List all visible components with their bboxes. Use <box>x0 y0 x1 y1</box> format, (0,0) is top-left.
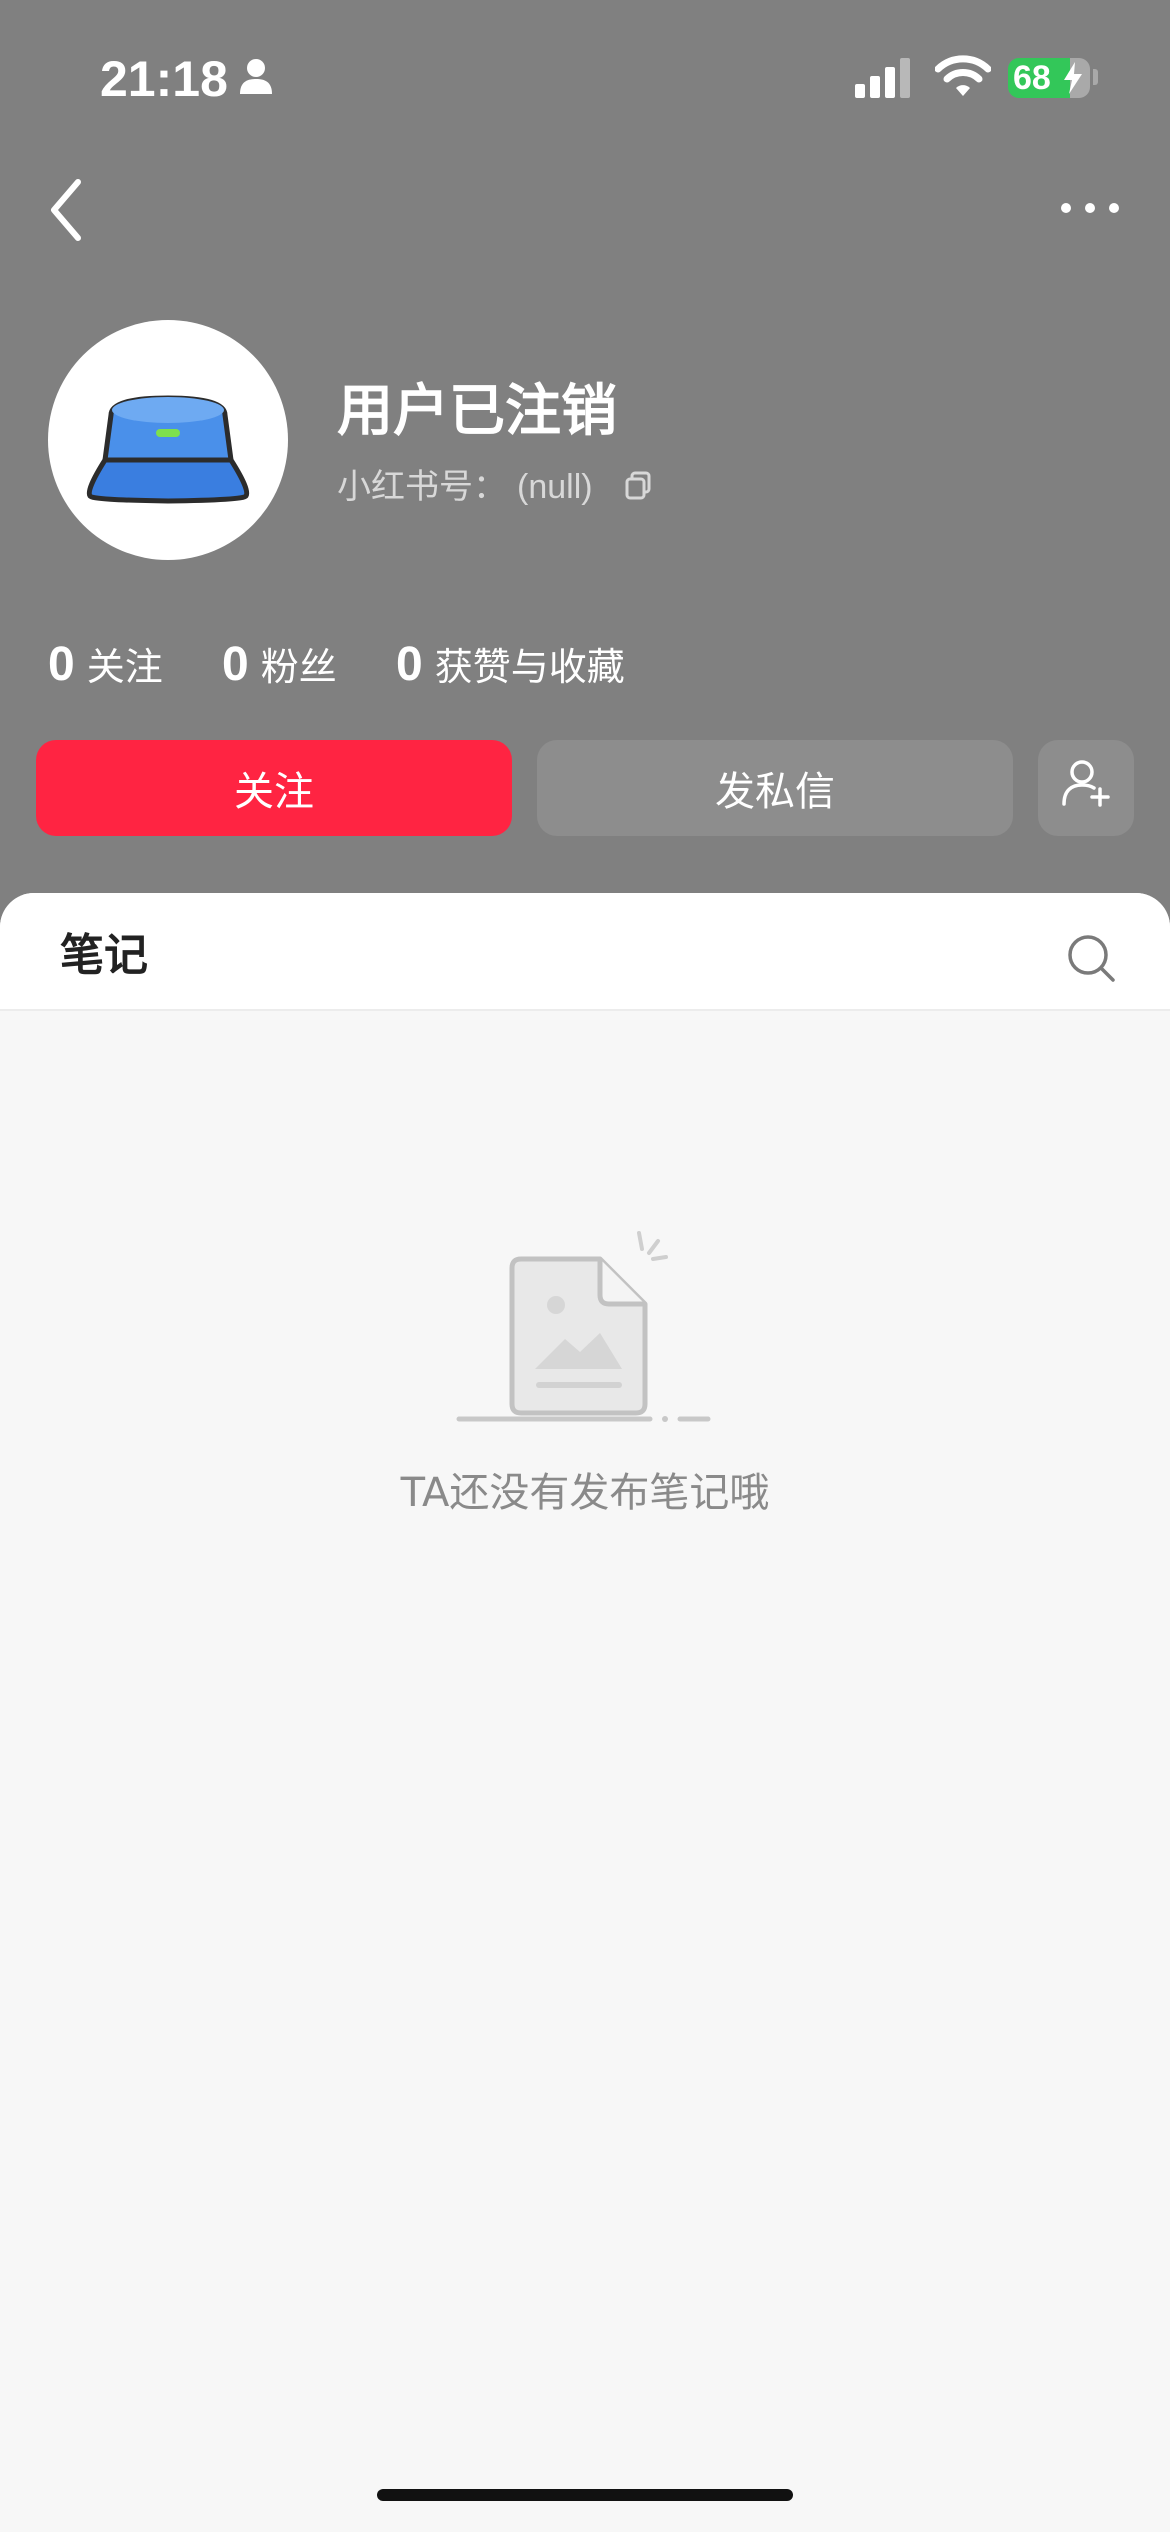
stat-following[interactable]: 0 关注 <box>48 630 163 710</box>
username: 用户已注销 <box>337 379 617 444</box>
battery-level: 68 <box>1013 59 1051 97</box>
wifi-icon <box>934 54 992 102</box>
likes-label: 获赞与收藏 <box>434 645 625 689</box>
chevron-left-icon <box>40 179 100 256</box>
cellular-signal-icon <box>855 58 913 102</box>
tab-notes[interactable]: 笔记 <box>60 926 148 986</box>
person-icon <box>238 58 274 100</box>
following-count: 0 <box>48 638 75 691</box>
battery-charging-icon: 68 <box>1008 58 1090 98</box>
battery-nub <box>1093 69 1098 85</box>
search-icon[interactable] <box>1066 933 1118 989</box>
stat-followers[interactable]: 0 粉丝 <box>222 630 337 710</box>
send-message-button[interactable]: 发私信 <box>537 740 1013 836</box>
user-id-label: 小红书号： <box>337 467 507 507</box>
following-label: 关注 <box>86 645 163 689</box>
back-button[interactable] <box>40 168 100 252</box>
likes-count: 0 <box>396 638 423 691</box>
followers-label: 粉丝 <box>260 645 337 689</box>
avatar[interactable] <box>48 320 288 560</box>
status-time: 21:18 <box>100 51 228 107</box>
notes-tab-bar: 笔记 <box>0 893 1170 1011</box>
more-dots-icon <box>1050 203 1130 240</box>
stat-likes-collections[interactable]: 0 获赞与收藏 <box>396 630 625 710</box>
add-friend-button[interactable] <box>1038 740 1134 836</box>
charging-bolt-icon <box>1062 62 1084 98</box>
empty-document-icon <box>455 1229 715 1433</box>
follow-button[interactable]: 关注 <box>36 740 512 836</box>
user-id-value: (null) <box>517 468 593 506</box>
followers-count: 0 <box>222 638 249 691</box>
copy-icon[interactable] <box>624 471 652 505</box>
home-indicator[interactable] <box>377 2489 793 2501</box>
add-user-icon <box>1060 757 1112 819</box>
notes-section: 笔记 TA还没有发布笔记哦 <box>0 893 1170 2532</box>
empty-state-message: TA还没有发布笔记哦 <box>400 1470 770 1516</box>
more-options-button[interactable] <box>1050 180 1130 236</box>
